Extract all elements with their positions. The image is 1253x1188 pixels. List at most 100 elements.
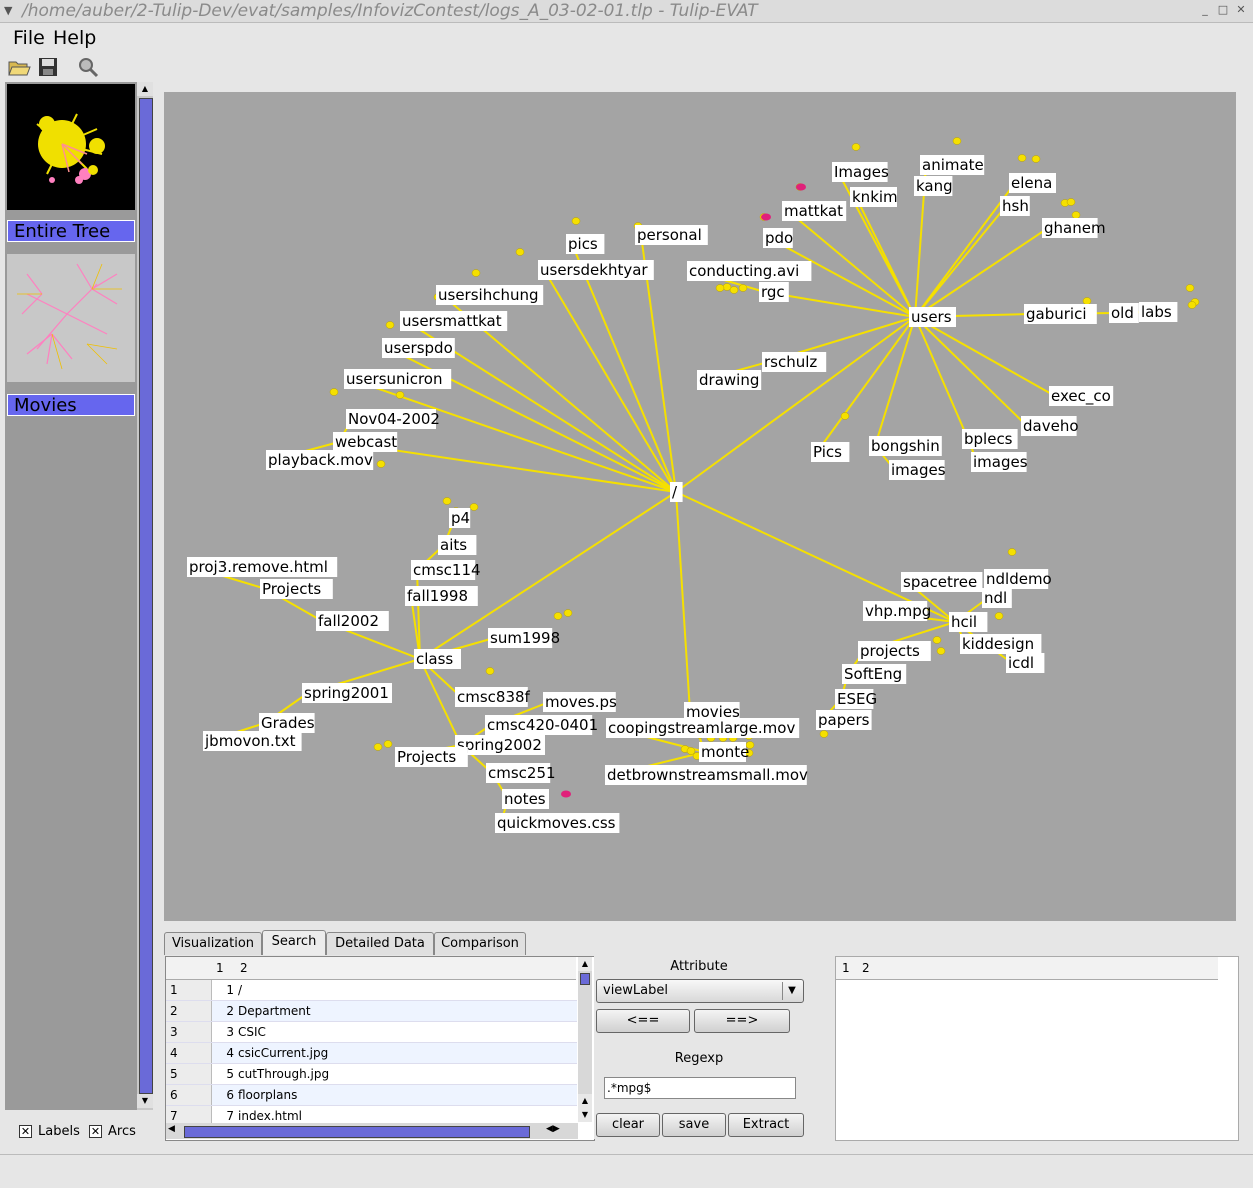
node-label-projects3[interactable]: Projects [397,748,456,766]
node-label-personal[interactable]: personal [637,226,702,244]
table-row[interactable]: 5 5 cutThrough.jpg [166,1064,577,1085]
table-hscrollbar[interactable]: ◀ ◀▶ [166,1123,578,1139]
graph-node[interactable] [932,636,942,644]
movies-thumbnail[interactable] [7,254,135,382]
node-label-spring2001a[interactable]: spring2001 [304,684,389,702]
node-label-monte[interactable]: monte [701,743,749,761]
node-label-class[interactable]: class [416,650,453,668]
node-label-projects1[interactable]: Projects [262,580,321,598]
scroll-up-icon[interactable]: ▲ [578,957,592,971]
node-label-labs[interactable]: labs [1141,303,1172,321]
graph-node[interactable] [1066,198,1076,206]
move-right-button[interactable]: ==> [694,1009,790,1033]
node-label-hsh[interactable]: hsh [1002,197,1029,215]
node-label-quickmoves[interactable]: quickmoves.css [497,814,616,832]
node-label-fall2002[interactable]: fall2002 [318,612,379,630]
save-icon[interactable] [36,55,60,79]
result-column-header-2[interactable]: 2 [862,961,870,975]
node-label-kang[interactable]: kang [916,177,953,195]
node-label-usersmattkat[interactable]: usersmattkat [402,312,502,330]
scroll-down-icon[interactable]: ▼ [137,1094,153,1108]
open-folder-icon[interactable] [7,55,31,79]
table-row[interactable]: 1 1 / [166,980,577,1001]
graph-node[interactable] [563,609,573,617]
tab-search[interactable]: Search [262,930,326,955]
node-label-drawing[interactable]: drawing [699,371,759,389]
graph-node[interactable] [515,248,525,256]
node-label-pics[interactable]: pics [568,235,598,253]
node-label-notes[interactable]: notes [504,790,546,808]
view-list-scrollbar[interactable]: ▲ ▼ [137,82,153,1110]
menu-help[interactable]: Help [53,27,96,49]
node-label-bplecs[interactable]: bplecs [964,430,1013,448]
node-label-rgc[interactable]: rgc [761,283,785,301]
graph-node[interactable] [936,647,946,655]
clear-button[interactable]: clear [596,1113,660,1137]
magnifier-icon[interactable] [76,55,100,79]
arcs-checkbox[interactable]: ✕ Arcs [89,1124,136,1139]
node-label-old[interactable]: old [1111,304,1134,322]
move-left-button[interactable]: <== [596,1009,690,1033]
node-label-exec_co[interactable]: exec_co [1051,387,1111,406]
hscroll-thumb[interactable] [184,1126,530,1138]
graph-node[interactable] [469,503,479,511]
node-label-userspdo[interactable]: userspdo [384,339,453,357]
graph-svg[interactable]: /usersclasshcilmoviesmonteImages animatee… [164,92,1236,921]
tab-comparison[interactable]: Comparison [434,932,526,955]
extract-button[interactable]: Extract [728,1113,804,1137]
node-label-rschulz[interactable]: rschulz [764,353,817,371]
table-row[interactable]: 4 4 csicCurrent.jpg [166,1043,577,1064]
scroll-up-icon[interactable]: ▲ [137,82,153,96]
minimize-icon[interactable]: _ [1198,3,1212,17]
node-label-pdo[interactable]: pdo [765,229,793,247]
attribute-select[interactable]: viewLabel ▼ [596,979,804,1003]
node-label-knkim[interactable]: knkim [852,188,898,206]
scroll-thumb[interactable] [580,973,590,985]
node-label-animate[interactable]: animate [922,156,984,174]
node-label-usersunicron[interactable]: usersunicron [346,370,442,388]
graph-node[interactable] [738,284,748,292]
labels-checkbox[interactable]: ✕ Labels [19,1124,80,1139]
close-icon[interactable]: ✕ [1234,3,1248,17]
graph-node[interactable] [553,612,563,620]
graph-node[interactable] [729,286,739,294]
graph-node[interactable] [571,217,581,225]
node-label-usersihchung[interactable]: usersihchung [438,286,539,304]
node-label-playback[interactable]: playback.mov [268,451,373,469]
graph-node[interactable] [1071,211,1081,219]
view-label-entire-tree[interactable]: Entire Tree [7,220,135,242]
graph-node[interactable] [376,460,386,468]
table-row[interactable]: 2 2 Department [166,1001,577,1022]
node-label-ndldemo[interactable]: ndldemo [986,570,1052,588]
node-label-cmsc251[interactable]: cmsc251 [488,764,556,782]
node-label-daveho[interactable]: daveho [1023,417,1079,435]
node-label-icdl[interactable]: icdl [1008,654,1034,672]
node-label-vhp[interactable]: vhp.mpg [865,602,931,620]
node-label-cmsc420[interactable]: cmsc420-0401 [487,716,598,734]
node-label-spring2002[interactable]: spring2002 [457,736,542,754]
maximize-icon[interactable]: □ [1216,3,1230,17]
graph-node[interactable] [471,269,481,277]
node-label-elena[interactable]: elena [1011,174,1052,192]
scroll-thumb[interactable] [139,98,153,1094]
chevron-down-icon[interactable]: ▼ [782,982,801,1000]
node-label-p4[interactable]: p4 [451,509,470,527]
node-label-ndl[interactable]: ndl [984,589,1007,607]
graph-node[interactable] [1007,548,1017,556]
highlighted-node[interactable] [796,183,806,191]
regexp-input[interactable] [604,1077,796,1099]
view-label-movies[interactable]: Movies [7,394,135,416]
node-label-softeng[interactable]: SoftEng [844,665,902,683]
graph-node[interactable] [485,667,495,675]
node-label-nov04[interactable]: Nov04-2002 [348,410,440,428]
node-label-fall1998[interactable]: fall1998 [407,587,468,605]
node-label-webcast[interactable]: webcast [335,433,397,451]
node-label-cmsc114[interactable]: cmsc114 [413,561,481,579]
graph-node[interactable] [442,497,452,505]
node-label-images2[interactable]: images [891,461,946,479]
graph-node[interactable] [715,284,725,292]
node-label-grades[interactable]: Grades [261,714,315,732]
entire-tree-thumbnail[interactable] [7,84,135,210]
node-label-mattkat[interactable]: mattkat [784,202,843,220]
highlighted-node[interactable] [761,213,771,221]
